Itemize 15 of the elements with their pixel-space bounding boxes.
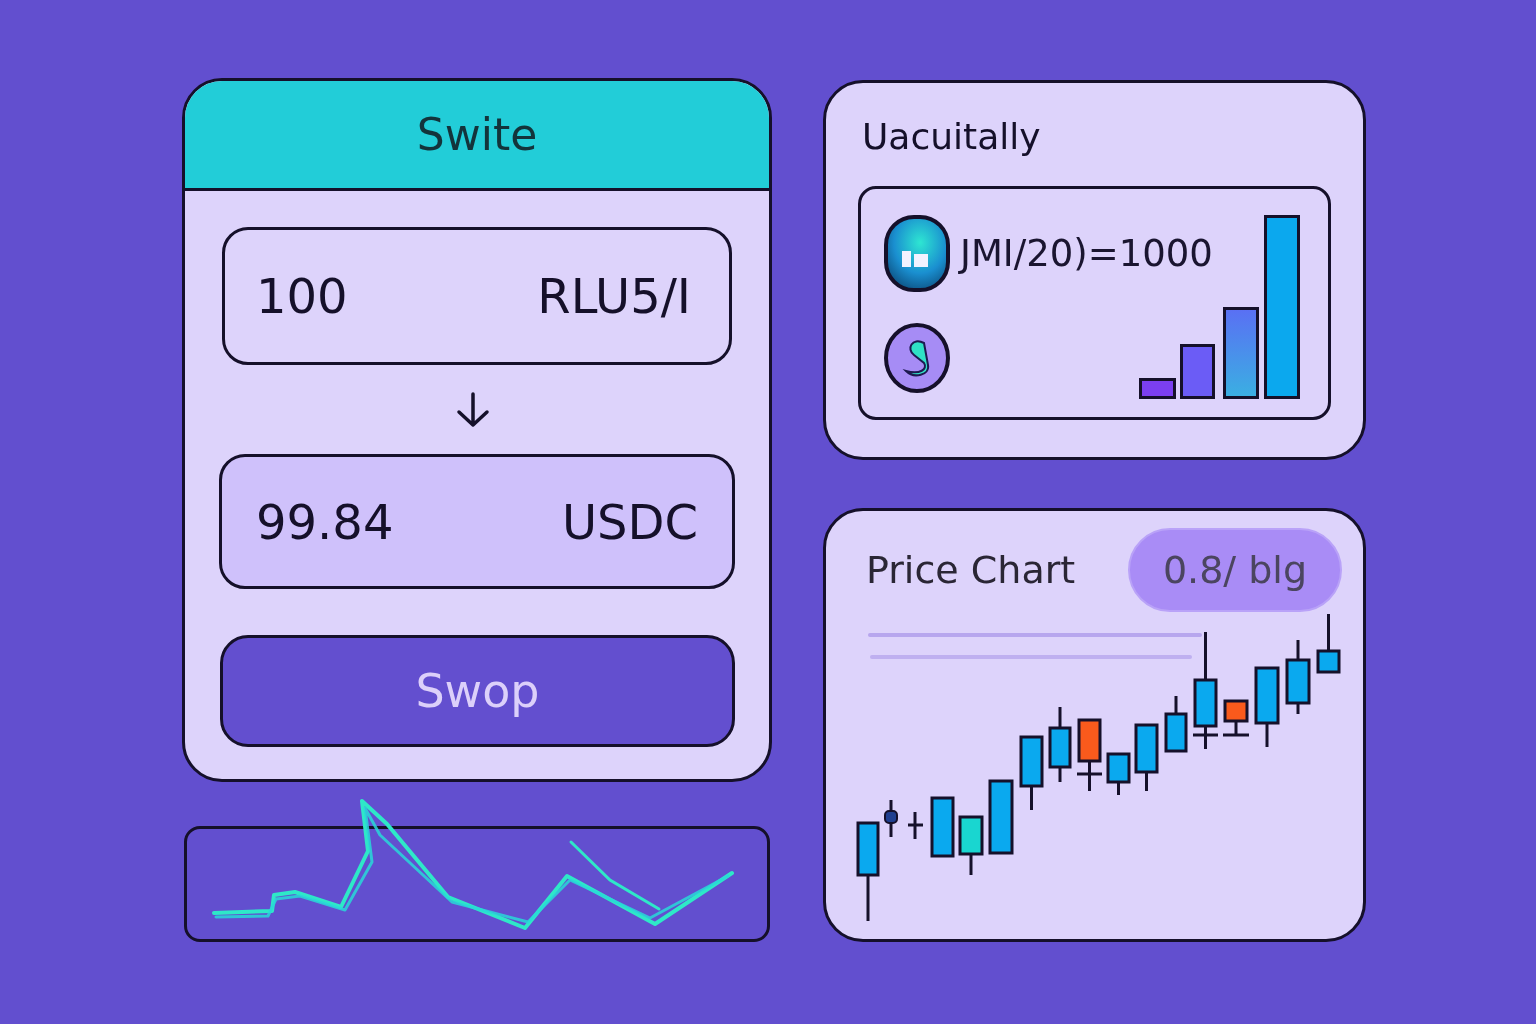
token-symbol: USDC xyxy=(561,497,698,546)
arrow-down-icon xyxy=(456,391,490,428)
coin-icon xyxy=(884,215,950,292)
amount-value: 99.84 xyxy=(256,497,394,546)
card-title: Price Chart xyxy=(866,551,1076,589)
amount-value: 100 xyxy=(256,272,348,320)
amount-field[interactable]: 99.84 USDC xyxy=(219,454,735,589)
token-symbol: RLU5/I xyxy=(537,272,691,320)
price-badge: 0.8/ blg xyxy=(1128,528,1342,612)
amount-field[interactable]: 100 RLU5/I xyxy=(222,227,732,365)
card-title: Uacuitally xyxy=(862,115,1041,159)
swap-button[interactable]: Swop xyxy=(220,635,735,747)
pair-value: JMI/20)=1000 xyxy=(960,235,1213,272)
coin-icon xyxy=(884,323,950,393)
card-title: Swite xyxy=(416,112,538,157)
